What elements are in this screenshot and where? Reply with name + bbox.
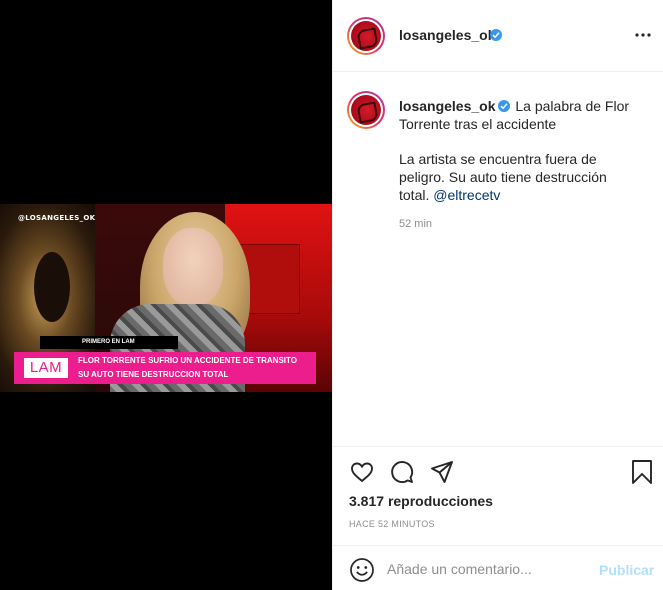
emoji-icon[interactable]: [349, 557, 375, 583]
headline-line-1: FLOR TORRENTE SUFRIO UN ACCIDENTE DE TRA…: [78, 356, 297, 365]
views-number: 3.817: [349, 493, 385, 509]
caption-body: La artista se encuentra fuera de peligro…: [399, 150, 629, 204]
post-media[interactable]: @LOSANGELES_OK PRIMERO EN LAM LAM FLOR T…: [0, 0, 332, 590]
views-label: reproducciones: [387, 493, 493, 509]
caption-title: losangeles_ok La palabra de Flor Torrent…: [399, 97, 649, 133]
share-icon[interactable]: [429, 459, 455, 485]
video-watermark: @LOSANGELES_OK: [18, 214, 96, 222]
publish-button[interactable]: Publicar: [599, 562, 654, 578]
comment-bar: Publicar: [333, 545, 663, 590]
lam-logo: LAM: [24, 358, 68, 378]
posted-ago[interactable]: HACE 52 MINUTOS: [349, 519, 435, 529]
post-details: losangeles_ok losangeles_ok La palabra d…: [332, 0, 663, 590]
view-count[interactable]: 3.817 reproducciones: [349, 493, 493, 509]
avatar[interactable]: [347, 17, 385, 55]
post-header: losangeles_ok: [333, 0, 663, 72]
headline-line-2: SU AUTO TIENE DESTRUCCION TOTAL: [78, 370, 229, 379]
comment-input[interactable]: [387, 556, 587, 582]
more-options-icon[interactable]: [633, 28, 653, 42]
program-tag: PRIMERO EN LAM: [40, 336, 178, 349]
header-username[interactable]: losangeles_ok: [399, 27, 496, 43]
caption-area: losangeles_ok La palabra de Flor Torrent…: [333, 73, 663, 445]
headline-bar: LAM FLOR TORRENTE SUFRIO UN ACCIDENTE DE…: [14, 352, 316, 384]
caption-time[interactable]: 52 min: [399, 218, 432, 230]
comment-icon[interactable]: [389, 459, 415, 485]
bookmark-icon[interactable]: [629, 459, 655, 485]
caption-body-text: La artista se encuentra fuera de peligro…: [399, 151, 607, 203]
heart-icon[interactable]: [349, 459, 375, 485]
caption-username[interactable]: losangeles_ok: [399, 98, 496, 114]
caption-avatar[interactable]: [347, 91, 385, 129]
action-bar: 3.817 reproducciones HACE 52 MINUTOS: [333, 446, 663, 544]
instagram-post: @LOSANGELES_OK PRIMERO EN LAM LAM FLOR T…: [0, 0, 663, 590]
mention-link[interactable]: @eltrecetv: [433, 187, 500, 203]
presenter-face: [163, 228, 223, 306]
video-frame[interactable]: @LOSANGELES_OK PRIMERO EN LAM LAM FLOR T…: [0, 204, 332, 392]
verified-badge-icon: [490, 29, 502, 41]
caption-verified-icon: [497, 100, 510, 112]
